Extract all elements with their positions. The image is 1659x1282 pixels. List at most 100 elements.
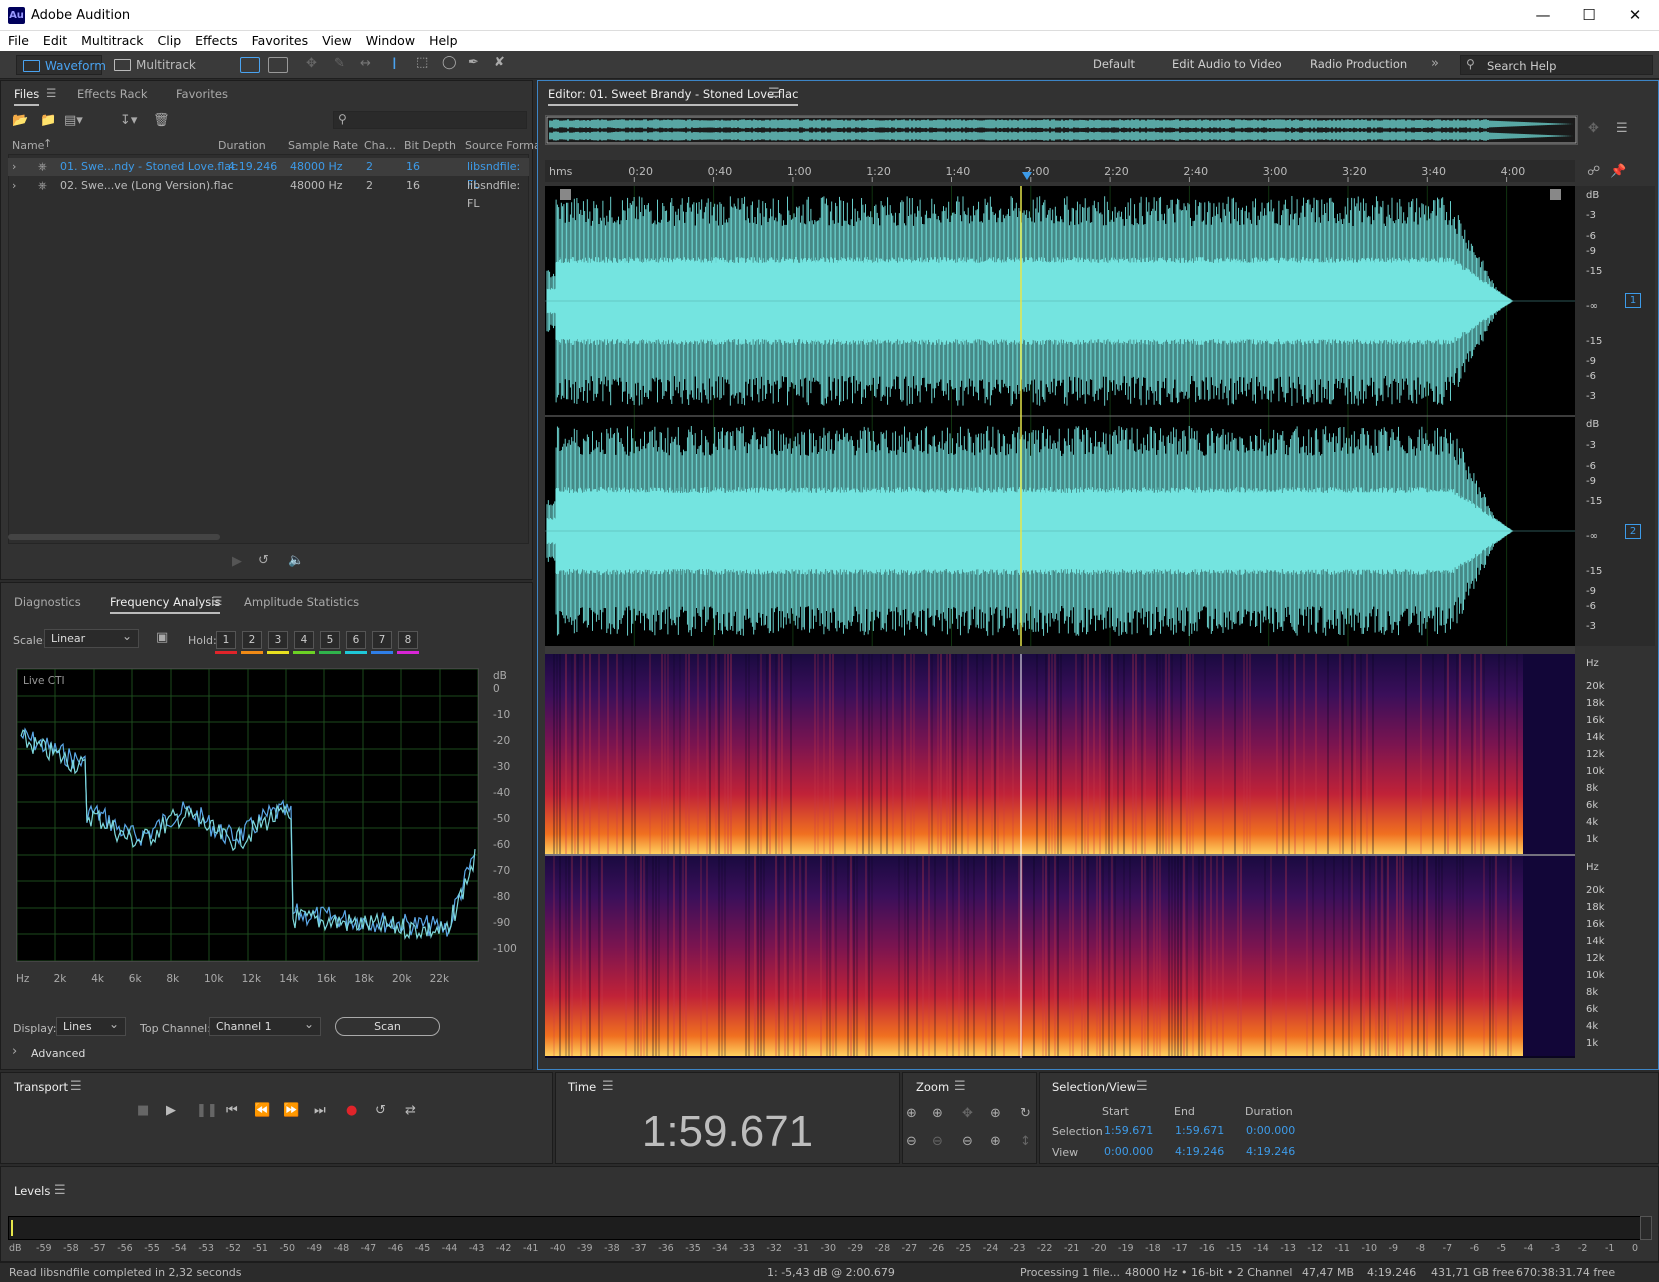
zoom-selected-track-icon[interactable]: ↕ xyxy=(1020,1134,1031,1149)
zoom-in-time-icon[interactable]: ⊕ xyxy=(932,1106,943,1121)
maximize-icon[interactable]: ☐ xyxy=(1566,0,1612,31)
rewind-icon[interactable]: ⏪ xyxy=(254,1103,270,1118)
column-channels[interactable]: Cha... xyxy=(364,139,396,152)
play-icon[interactable]: ▶ xyxy=(232,554,242,569)
hold-button-7[interactable]: 7 xyxy=(372,631,392,649)
spectral-display-icon[interactable] xyxy=(240,57,260,73)
import-file-icon[interactable]: 📁 xyxy=(40,113,56,128)
record-icon[interactable]: ● xyxy=(346,1103,357,1118)
workspace-radio-production[interactable]: Radio Production xyxy=(1310,57,1407,71)
chevron-right-icon[interactable]: › xyxy=(12,1044,17,1059)
zoom-in-amplitude-icon[interactable]: ⊕ xyxy=(906,1106,917,1121)
auto-play-icon[interactable]: 🔈 xyxy=(288,553,304,568)
view-end[interactable]: 4:19.246 xyxy=(1175,1145,1224,1158)
close-icon[interactable]: ✕ xyxy=(1612,0,1658,31)
multitrack-view-button[interactable]: Multitrack xyxy=(108,55,198,75)
hold-button-1[interactable]: 1 xyxy=(216,631,236,649)
selection-end[interactable]: 1:59.671 xyxy=(1175,1124,1224,1137)
menu-view[interactable]: View xyxy=(316,31,358,51)
menu-effects[interactable]: Effects xyxy=(189,31,244,51)
column-name[interactable]: Name xyxy=(12,139,44,152)
waveform-view-button[interactable]: Waveform xyxy=(16,55,106,75)
open-file-icon[interactable]: 📂 xyxy=(12,113,28,128)
zoom-in-at-start-icon[interactable]: ⊕ xyxy=(990,1106,1001,1121)
marquee-tool-icon[interactable]: ⬚ xyxy=(416,55,428,70)
loop-icon[interactable]: ↺ xyxy=(258,553,269,568)
file-row[interactable]: › ⎈ 01. Swe...ndy - Stoned Love.flac 4:1… xyxy=(8,158,529,191)
column-duration[interactable]: Duration xyxy=(218,139,266,152)
editor-tab[interactable]: Editor: 01. Sweet Brandy - Stoned Love.f… xyxy=(548,87,799,106)
menu-file[interactable]: File xyxy=(2,31,35,51)
spectral-pitch-icon[interactable] xyxy=(268,57,288,73)
spectral-display[interactable] xyxy=(545,654,1575,1058)
files-scrollbar[interactable] xyxy=(8,534,220,540)
hold-button-3[interactable]: 3 xyxy=(268,631,288,649)
tab-diagnostics[interactable]: Diagnostics xyxy=(14,595,81,609)
tab-favorites[interactable]: Favorites xyxy=(176,87,228,101)
expand-icon[interactable]: › xyxy=(12,177,16,195)
spot-healing-tool-icon[interactable]: ✘ xyxy=(494,55,505,70)
workspace-default[interactable]: Default xyxy=(1093,57,1135,71)
hold-button-2[interactable]: 2 xyxy=(242,631,262,649)
menu-clip[interactable]: Clip xyxy=(152,31,188,51)
hold-button-4[interactable]: 4 xyxy=(294,631,314,649)
hold-button-5[interactable]: 5 xyxy=(320,631,340,649)
menu-window[interactable]: Window xyxy=(360,31,421,51)
view-start[interactable]: 0:00.000 xyxy=(1104,1145,1153,1158)
tab-files[interactable]: Files xyxy=(14,87,40,106)
headphones-icon[interactable]: ☍ xyxy=(1587,164,1600,179)
next-icon[interactable]: ⏭ xyxy=(314,1103,326,1118)
column-source-format[interactable]: Source Forma xyxy=(465,139,541,152)
transport-menu-icon[interactable]: ☰ xyxy=(70,1079,82,1094)
tab-effects-rack[interactable]: Effects Rack xyxy=(77,87,148,101)
minimize-icon[interactable]: — xyxy=(1520,0,1566,31)
more-workspaces-icon[interactable]: » xyxy=(1431,56,1439,71)
levels-menu-icon[interactable]: ☰ xyxy=(54,1183,66,1198)
editor-menu-icon[interactable]: ☰ xyxy=(768,86,780,101)
zoom-reset-icon[interactable]: ↻ xyxy=(1020,1106,1031,1121)
analysis-menu-icon[interactable]: ☰ xyxy=(212,594,222,608)
column-bit-depth[interactable]: Bit Depth xyxy=(404,139,456,152)
loop-icon[interactable]: ↺ xyxy=(375,1103,386,1118)
tab-frequency-analysis[interactable]: Frequency Analysis xyxy=(110,595,221,614)
file-row[interactable]: › ⎈ 02. Swe...ve (Long Version).flac 480… xyxy=(8,177,529,210)
channel-2-badge[interactable]: 2 xyxy=(1625,524,1641,539)
zoom-out-time-icon[interactable]: ⊖ xyxy=(932,1134,943,1149)
zoom-menu-icon[interactable]: ☰ xyxy=(954,1079,966,1094)
advanced-settings-icon[interactable]: ▣ xyxy=(156,630,168,645)
pin-icon[interactable]: 📌 xyxy=(1610,164,1626,179)
stop-icon[interactable]: ■ xyxy=(137,1103,149,1118)
top-channel-dropdown[interactable]: Channel 1 xyxy=(209,1016,321,1036)
menu-multitrack[interactable]: Multitrack xyxy=(75,31,149,51)
play-icon[interactable]: ▶ xyxy=(166,1103,176,1118)
waveform-display[interactable] xyxy=(545,186,1587,646)
time-selection-tool-icon[interactable]: I xyxy=(392,54,397,73)
hold-button-8[interactable]: 8 xyxy=(398,631,418,649)
selection-duration[interactable]: 0:00.000 xyxy=(1246,1124,1295,1137)
menu-favorites[interactable]: Favorites xyxy=(246,31,314,51)
display-dropdown[interactable]: Lines xyxy=(56,1016,126,1036)
time-ruler[interactable]: hms 0:20 0:40 1:00 1:20 1:40 2:00 2:20 2:40 3:00 3… xyxy=(545,160,1587,182)
channel-menu-icon[interactable]: ☰ xyxy=(1616,121,1628,136)
brush-tool-icon[interactable]: ✒ xyxy=(468,55,479,70)
insert-into-multitrack-icon[interactable]: ↧▾ xyxy=(120,113,137,128)
scan-button[interactable]: Scan xyxy=(335,1017,440,1036)
pause-icon[interactable]: ❚❚ xyxy=(196,1103,218,1118)
channel-1-badge[interactable]: 1 xyxy=(1625,293,1641,308)
fade-in-handle-icon[interactable] xyxy=(560,189,571,200)
zoom-out-amplitude-icon[interactable]: ⊖ xyxy=(906,1134,917,1149)
hold-button-6[interactable]: 6 xyxy=(346,631,366,649)
zoom-to-selection-icon[interactable]: ✥ xyxy=(962,1106,973,1121)
menu-edit[interactable]: Edit xyxy=(37,31,73,51)
tab-amplitude-statistics[interactable]: Amplitude Statistics xyxy=(244,595,359,609)
new-file-icon[interactable]: ▤▾ xyxy=(64,113,83,128)
selection-start[interactable]: 1:59.671 xyxy=(1104,1124,1153,1137)
overview-bar[interactable] xyxy=(545,115,1578,145)
view-duration[interactable]: 4:19.246 xyxy=(1246,1145,1295,1158)
scale-dropdown[interactable]: Linear xyxy=(44,628,139,648)
clip-indicator[interactable] xyxy=(1640,1216,1652,1240)
move-tool-icon[interactable]: ✥ xyxy=(306,56,317,71)
advanced-toggle[interactable]: Advanced xyxy=(31,1047,85,1060)
zoom-out-full-icon[interactable]: ⊖ xyxy=(962,1134,973,1149)
zoom-to-selection-icon[interactable]: ✥ xyxy=(1588,121,1599,136)
